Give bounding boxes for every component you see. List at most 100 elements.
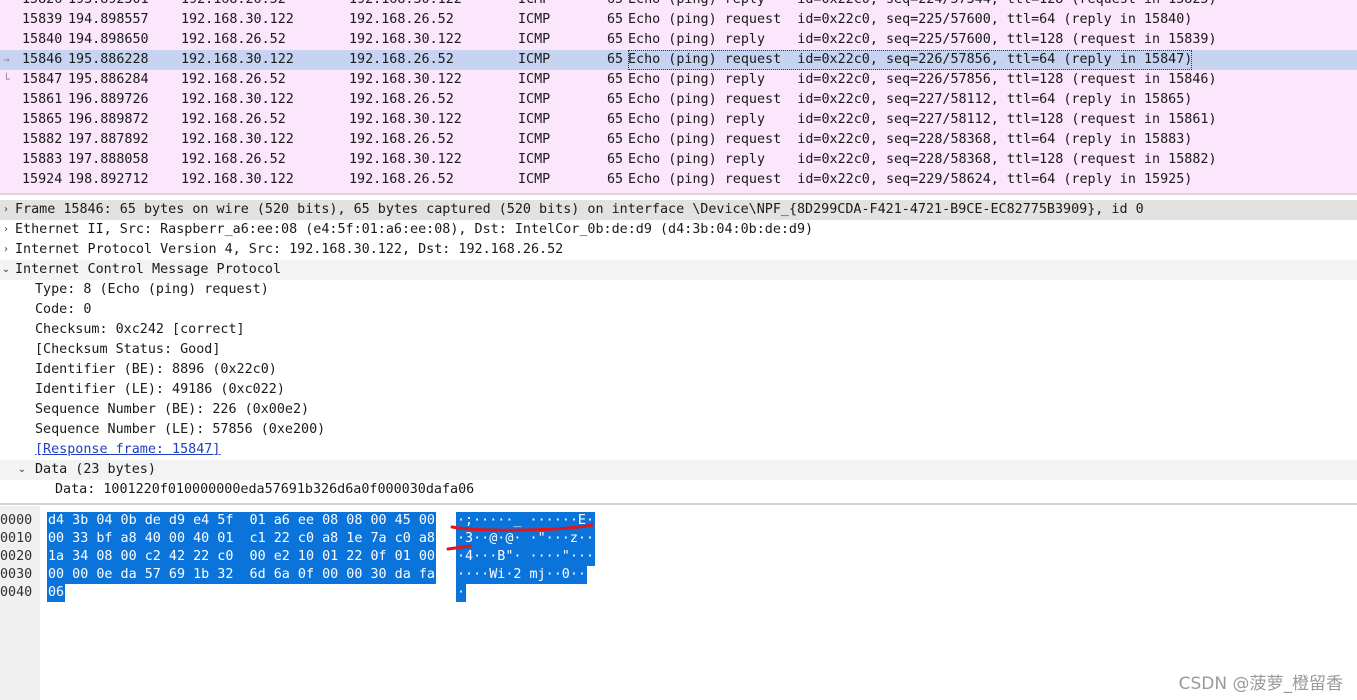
packet-source: 192.168.26.52 bbox=[181, 112, 286, 127]
tree-item-sequence-be[interactable]: Sequence Number (BE): 226 (0x00e2) bbox=[0, 400, 1357, 420]
tree-item-ip[interactable]: › Internet Protocol Version 4, Src: 192.… bbox=[0, 240, 1357, 260]
hex-bytes[interactable]: d4 3b 04 0b de d9 e4 5f 01 a6 ee 08 08 0… bbox=[47, 512, 436, 530]
tree-item-label: Code: 0 bbox=[35, 302, 92, 317]
hex-bytes[interactable]: 06 bbox=[47, 584, 66, 602]
tree-item-response-frame[interactable]: [Response frame: 15847] bbox=[0, 440, 1357, 460]
packet-row[interactable]: 15883 197.888058 192.168.26.52 192.168.30.1… bbox=[0, 150, 1357, 170]
packet-time: 196.889872 bbox=[68, 112, 149, 127]
hex-bytes[interactable]: 00 00 0e da 57 69 1b 32 6d 6a 0f 00 00 3… bbox=[47, 566, 436, 584]
packet-source: 192.168.26.52 bbox=[181, 0, 286, 10]
ascii-bytes[interactable]: ·;·····_ ······E· bbox=[456, 512, 596, 530]
bytes-row[interactable]: 0020 1a 34 08 00 c2 42 22 c0 00 e2 10 01… bbox=[0, 548, 596, 566]
packet-list[interactable]: 15826 193.892301 192.168.26.52 192.168.30.1… bbox=[0, 0, 1357, 193]
packet-protocol: ICMP bbox=[518, 172, 551, 187]
packet-row[interactable]: 15861 196.889726 192.168.30.122 192.168.26.… bbox=[0, 90, 1357, 110]
watermark: CSDN @菠萝_橙留香 bbox=[1178, 674, 1343, 694]
packet-destination: 192.168.26.52 bbox=[349, 132, 454, 147]
packet-time: 194.898650 bbox=[68, 32, 149, 47]
packet-destination: 192.168.30.122 bbox=[349, 0, 462, 10]
packet-info: Echo (ping) request id=0x22c0, seq=226/5… bbox=[628, 50, 1193, 70]
tree-item-label: Sequence Number (BE): 226 (0x00e2) bbox=[35, 402, 310, 417]
tree-item-icmp-type[interactable]: Type: 8 (Echo (ping) request) bbox=[0, 280, 1357, 300]
packet-length: 65 bbox=[607, 0, 623, 10]
tree-item-checksum-status[interactable]: [Checksum Status: Good] bbox=[0, 340, 1357, 360]
packet-details-tree[interactable]: › Frame 15846: 65 bytes on wire (520 bit… bbox=[0, 198, 1357, 502]
hex-bytes[interactable]: 1a 34 08 00 c2 42 22 c0 00 e2 10 01 22 0… bbox=[47, 548, 436, 566]
packet-number: 15882 bbox=[22, 132, 63, 147]
tree-item-icmp-code[interactable]: Code: 0 bbox=[0, 300, 1357, 320]
packet-protocol: ICMP bbox=[518, 92, 551, 107]
packet-destination: 192.168.30.122 bbox=[349, 32, 462, 47]
bytes-row[interactable]: 0000 d4 3b 04 0b de d9 e4 5f 01 a6 ee 08… bbox=[0, 512, 596, 530]
tree-item-identifier-be[interactable]: Identifier (BE): 8896 (0x22c0) bbox=[0, 360, 1357, 380]
chevron-down-icon[interactable]: ⌄ bbox=[1, 260, 11, 280]
bytes-row[interactable]: 0030 00 00 0e da 57 69 1b 32 6d 6a 0f 00… bbox=[0, 566, 587, 584]
response-frame-link[interactable]: [Response frame: 15847] bbox=[35, 440, 220, 460]
packet-row[interactable]: 15882 197.887892 192.168.30.122 192.168.26.… bbox=[0, 130, 1357, 150]
packet-protocol: ICMP bbox=[518, 12, 551, 27]
tree-item-checksum[interactable]: Checksum: 0xc242 [correct] bbox=[0, 320, 1357, 340]
chevron-right-icon[interactable]: › bbox=[1, 200, 11, 220]
tree-item-label: Data: 1001220f010000000eda57691b326d6a0f… bbox=[55, 482, 475, 497]
packet-length: 65 bbox=[607, 92, 624, 107]
packet-number: 15883 bbox=[22, 152, 63, 167]
packet-bytes-pane[interactable]: 0000 d4 3b 04 0b de d9 e4 5f 01 a6 ee 08… bbox=[0, 506, 1357, 700]
packet-row[interactable]: 15840 194.898650 192.168.26.52 192.168.30.1… bbox=[0, 30, 1357, 50]
hex-bytes[interactable]: 00 33 bf a8 40 00 40 01 c1 22 c0 a8 1e 7… bbox=[47, 530, 436, 548]
packet-info: Echo (ping) request id=0x22c0, seq=225/5… bbox=[628, 12, 1193, 27]
packet-row[interactable]: 15826 193.892301 192.168.26.52 192.168.30.1… bbox=[0, 0, 1357, 10]
byte-offset: 0030 bbox=[0, 567, 33, 582]
tree-item-label: Ethernet II, Src: Raspberr_a6:ee:08 (e4:… bbox=[15, 222, 814, 237]
ascii-bytes[interactable]: ·4···B"· ····"··· bbox=[456, 548, 596, 566]
packet-time: 196.889726 bbox=[68, 92, 149, 107]
packet-info: Echo (ping) reply id=0x22c0, seq=226/578… bbox=[628, 72, 1217, 87]
pane-divider[interactable] bbox=[0, 503, 1357, 505]
packet-row[interactable]: 15846 195.886228 192.168.30.122 192.168.26.… bbox=[0, 50, 1357, 70]
packet-length: 65 bbox=[607, 172, 624, 187]
packet-row[interactable]: 15924 198.892712 192.168.30.122 192.168.26.… bbox=[0, 170, 1357, 190]
packet-protocol: ICMP bbox=[518, 32, 551, 47]
ascii-bytes[interactable]: ····Wi·2 mj··0·· bbox=[456, 566, 587, 584]
chevron-right-icon[interactable]: › bbox=[1, 220, 11, 240]
packet-row[interactable]: 15839 194.898557 192.168.30.122 192.168.26.… bbox=[0, 10, 1357, 30]
ascii-bytes[interactable]: · bbox=[456, 584, 467, 602]
byte-offset: 0010 bbox=[0, 531, 33, 546]
packet-time: 197.887892 bbox=[68, 132, 149, 147]
packet-info: Echo (ping) reply id=0x22c0, seq=227/581… bbox=[628, 112, 1217, 127]
packet-time: 194.898557 bbox=[68, 12, 149, 27]
chevron-down-icon[interactable]: ⌄ bbox=[17, 460, 27, 480]
packet-number: 15846 bbox=[22, 52, 63, 67]
packet-destination: 192.168.30.122 bbox=[349, 72, 462, 87]
packet-length: 65 bbox=[607, 112, 624, 127]
packet-protocol: ICMP bbox=[518, 72, 551, 87]
packet-time: 193.892301 bbox=[68, 0, 149, 10]
packet-time: 195.886228 bbox=[68, 52, 149, 67]
packet-protocol: ICMP bbox=[518, 112, 551, 127]
packet-info: Echo (ping) request id=0x22c0, seq=229/5… bbox=[628, 172, 1193, 187]
packet-number: 15847 bbox=[22, 72, 63, 87]
reply-link-icon: └ bbox=[3, 73, 10, 86]
tree-item-label: Sequence Number (LE): 57856 (0xe200) bbox=[35, 422, 326, 437]
packet-row[interactable]: 15865 196.889872 192.168.26.52 192.168.30.1… bbox=[0, 110, 1357, 130]
tree-item-label: Checksum: 0xc242 [correct] bbox=[35, 322, 245, 337]
chevron-right-icon[interactable]: › bbox=[1, 240, 11, 260]
ascii-bytes[interactable]: ·3··@·@· ·"···z·· bbox=[456, 530, 596, 548]
packet-time: 195.886284 bbox=[68, 72, 149, 87]
tree-item-data-value[interactable]: Data: 1001220f010000000eda57691b326d6a0f… bbox=[0, 480, 1357, 500]
tree-item-identifier-le[interactable]: Identifier (LE): 49186 (0xc022) bbox=[0, 380, 1357, 400]
packet-row[interactable]: 15847 195.886284 192.168.26.52 192.168.30.1… bbox=[0, 70, 1357, 90]
packet-source: 192.168.30.122 bbox=[181, 52, 294, 67]
tree-item-frame[interactable]: › Frame 15846: 65 bytes on wire (520 bit… bbox=[0, 200, 1357, 220]
pane-divider[interactable] bbox=[0, 193, 1357, 195]
packet-length: 65 bbox=[607, 72, 624, 87]
bytes-row[interactable]: 0040 06 · bbox=[0, 584, 467, 602]
bytes-row[interactable]: 0010 00 33 bf a8 40 00 40 01 c1 22 c0 a8… bbox=[0, 530, 596, 548]
tree-item-sequence-le[interactable]: Sequence Number (LE): 57856 (0xe200) bbox=[0, 420, 1357, 440]
tree-item-data[interactable]: ⌄ Data (23 bytes) bbox=[0, 460, 1357, 480]
packet-destination: 192.168.26.52 bbox=[349, 52, 454, 67]
packet-number: 15840 bbox=[22, 32, 63, 47]
packet-source: 192.168.30.122 bbox=[181, 12, 294, 27]
tree-item-icmp[interactable]: ⌄ Internet Control Message Protocol bbox=[0, 260, 1357, 280]
tree-item-ethernet[interactable]: › Ethernet II, Src: Raspberr_a6:ee:08 (e… bbox=[0, 220, 1357, 240]
tree-item-label: Frame 15846: 65 bytes on wire (520 bits)… bbox=[15, 202, 1144, 217]
